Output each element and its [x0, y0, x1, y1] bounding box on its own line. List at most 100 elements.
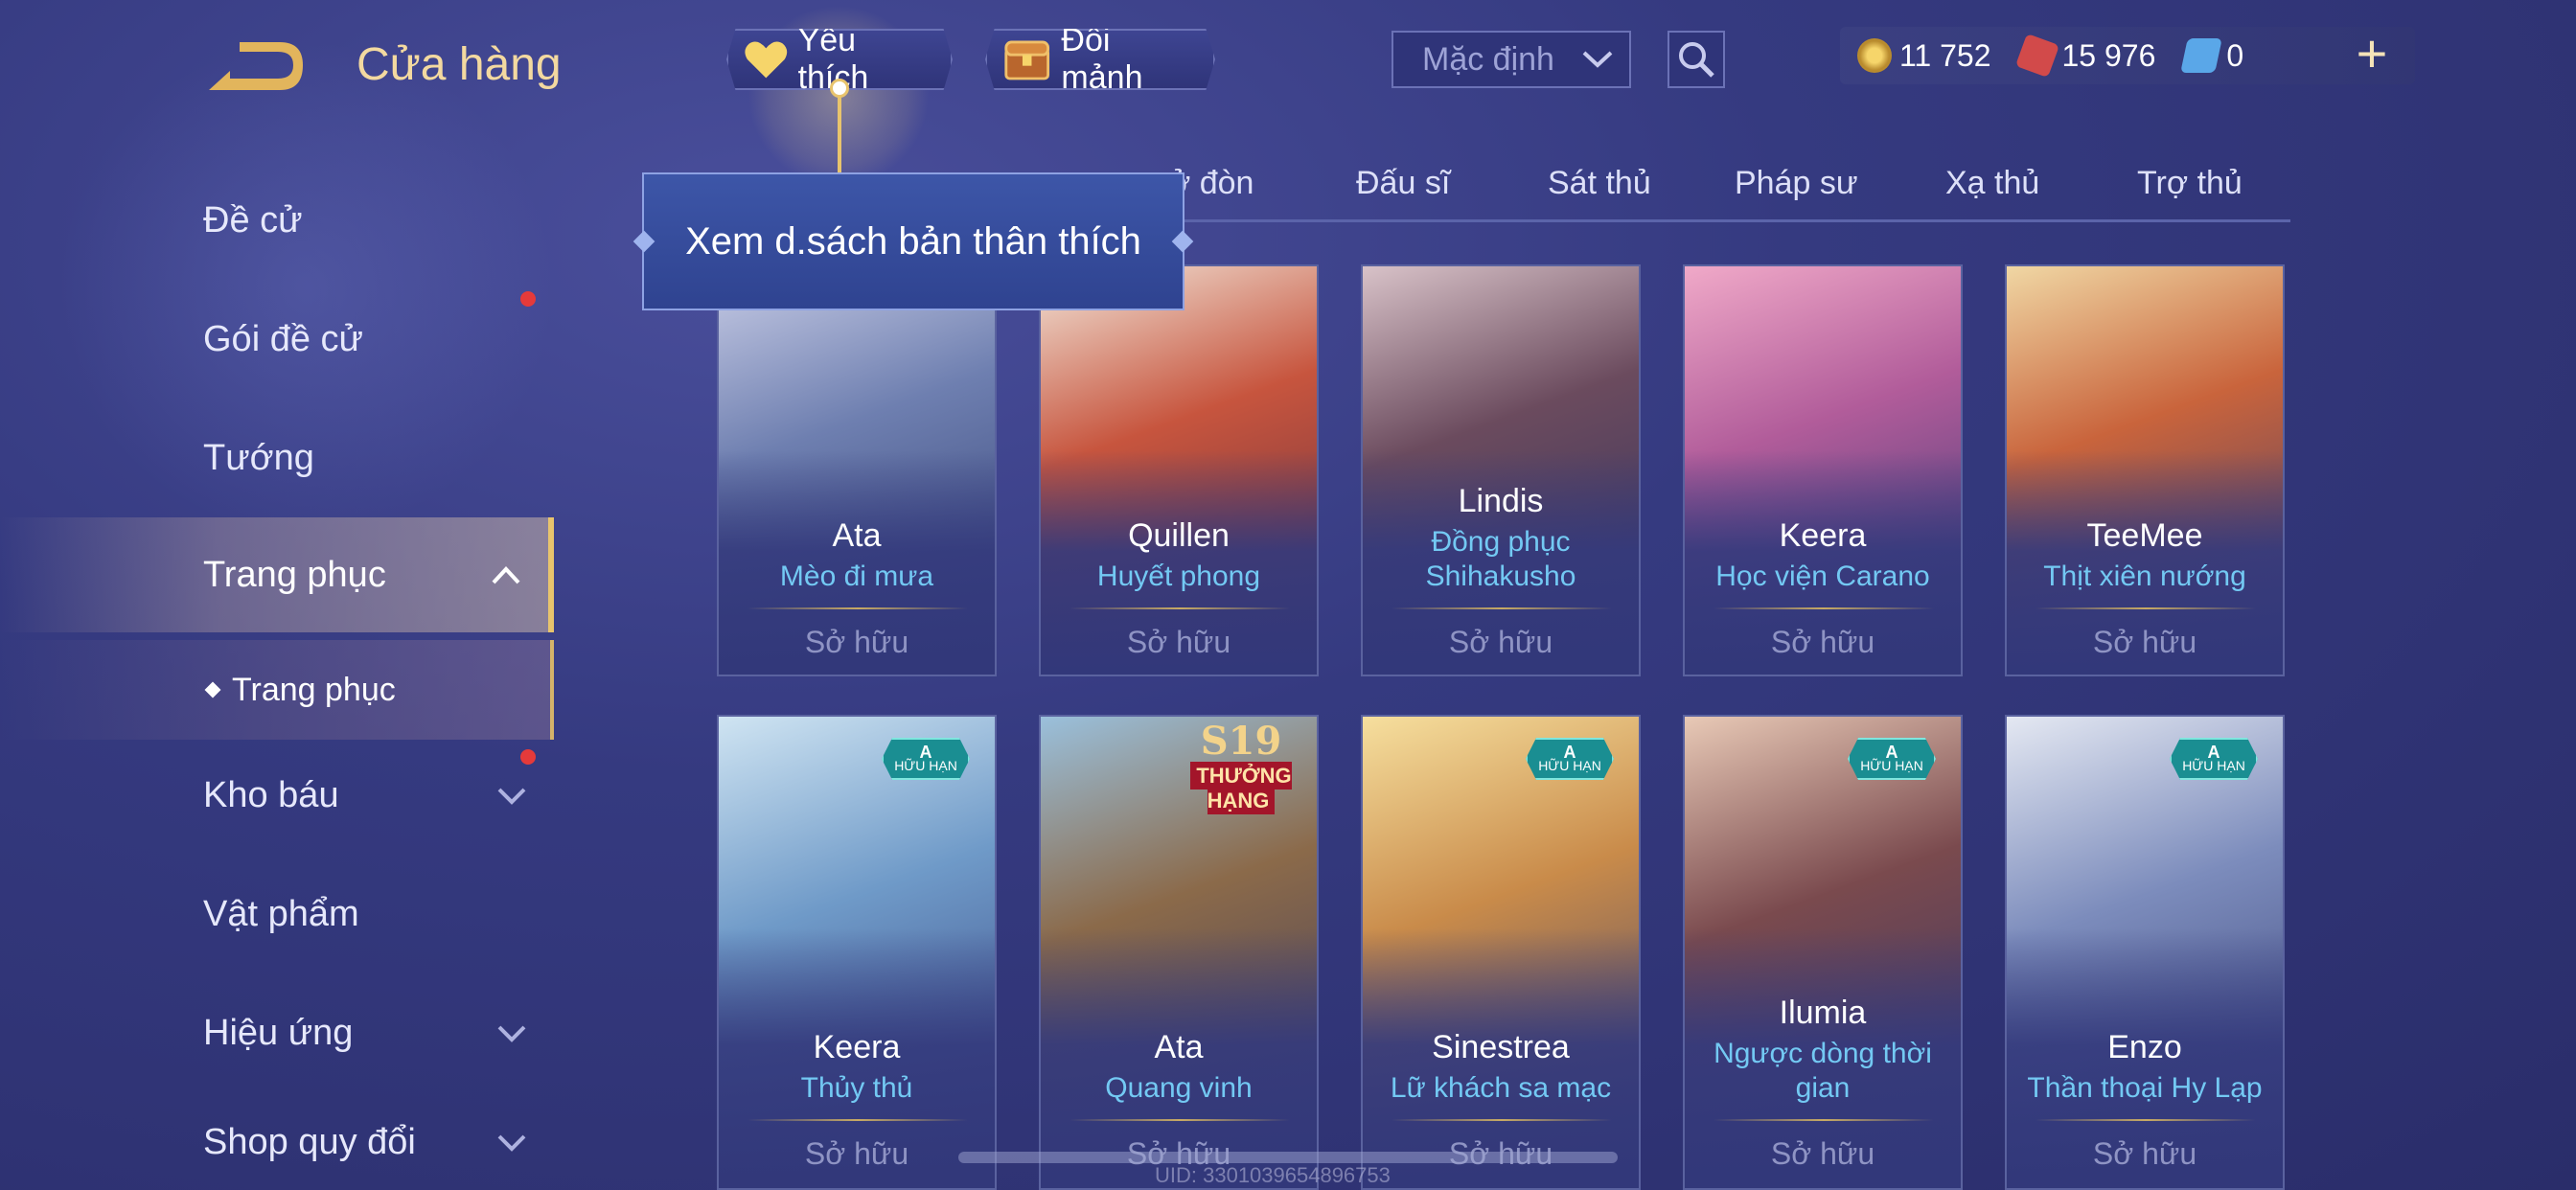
tooltip-diamond-right: [1171, 230, 1194, 253]
shards-label: Đổi mảnh: [1061, 22, 1143, 96]
hero-name: Ata: [1154, 1029, 1204, 1065]
skin-card[interactable]: TeeMee Thịt xiên nướng Sở hữu: [2005, 264, 2285, 676]
add-currency-button[interactable]: +: [2348, 25, 2396, 82]
limited-badge: A HỮU HẠN: [2170, 738, 2258, 780]
owned-status: Sở hữu: [804, 1136, 909, 1171]
sidebar-item-label: Gói đề cử: [203, 318, 363, 359]
sidebar-item-skins[interactable]: Trang phục: [0, 517, 554, 632]
back-button[interactable]: [201, 36, 307, 96]
gold-coin-icon: [1857, 38, 1892, 73]
tooltip-pointer-dot: [830, 79, 849, 98]
skin-card[interactable]: Lindis Đồng phục Shihakusho Sở hữu: [1361, 264, 1641, 676]
token-amount: 0: [2226, 37, 2244, 73]
owned-status: Sở hữu: [2092, 1136, 2197, 1171]
skin-card[interactable]: AHỮU HẠN Sinestrea Lữ khách sa mạc Sở hữ…: [1361, 715, 1641, 1190]
season-rank-badge: S19 THƯỞNG HẠNG: [1169, 719, 1313, 814]
treasure-chest-icon: [1004, 40, 1050, 80]
season-label: S19: [1200, 719, 1282, 764]
skin-name: Học viện Carano: [1715, 561, 1930, 592]
bullet-diamond-icon: [204, 681, 221, 698]
tab-fighter[interactable]: Đấu sĩ: [1356, 165, 1450, 202]
card-divider: [1070, 1119, 1290, 1121]
sidebar-item-treasure[interactable]: Kho báu: [0, 738, 554, 853]
skin-name: Đồng phục Shihakusho: [1425, 526, 1576, 592]
sidebar-item-label: Trang phục: [203, 554, 386, 595]
chevron-up-icon: [492, 566, 520, 584]
tab-assassin[interactable]: Sát thủ: [1548, 165, 1651, 202]
chevron-down-icon: [1582, 51, 1613, 68]
sidebar-item-exchange-shop[interactable]: Shop quy đổi: [0, 1094, 554, 1190]
limited-badge: A HỮU HẠN: [1848, 738, 1936, 780]
skin-card[interactable]: A HỮU HẠN Keera Thủy thủ Sở hữu: [717, 715, 997, 1190]
owned-status: Sở hữu: [1770, 625, 1875, 659]
sidebar-subitem-skins[interactable]: Trang phục: [0, 640, 554, 740]
sort-dropdown[interactable]: Mặc định: [1392, 31, 1631, 88]
card-divider: [748, 1119, 968, 1121]
skin-card[interactable]: Keera Học viện Carano Sở hữu: [1683, 264, 1963, 676]
sidebar-item-label: Đề cử: [203, 199, 303, 240]
card-divider: [1714, 1119, 1934, 1121]
sidebar-item-label: Kho báu: [203, 774, 339, 815]
voucher-amount: 15 976: [2061, 37, 2156, 73]
skin-card[interactable]: Ata Mèo đi mưa Sở hữu: [717, 264, 997, 676]
skin-card[interactable]: A HỮU HẠN Ilumia Ngược dòng thời gian Sở …: [1683, 715, 1963, 1190]
sidebar-item-items[interactable]: Vật phẩm: [0, 857, 554, 972]
tab-support[interactable]: Trợ thủ: [2137, 165, 2242, 202]
hero-name: Sinestrea: [1432, 1029, 1570, 1065]
card-divider: [1392, 607, 1612, 609]
card-divider: [1714, 607, 1934, 609]
hero-name: Lindis: [1458, 483, 1544, 519]
search-icon: [1679, 42, 1714, 78]
blue-token-icon: [2180, 38, 2223, 73]
card-divider: [2036, 1119, 2256, 1121]
skin-name: Lữ khách sa mạc: [1390, 1072, 1612, 1104]
red-voucher-icon: [2014, 33, 2059, 79]
owned-status: Sở hữu: [1448, 625, 1553, 659]
skin-name: Thần thoại Hy Lạp: [2027, 1072, 2263, 1104]
tooltip-diamond-left: [632, 230, 656, 253]
owned-status: Sở hữu: [804, 625, 909, 659]
limited-badge: A HỮU HẠN: [1526, 738, 1614, 780]
skin-card[interactable]: A HỮU HẠN Enzo Thần thoại Hy Lạp Sở hữu: [2005, 715, 2285, 1190]
user-id: UID: 3301039654896753: [1155, 1163, 1391, 1187]
tooltip-text: Xem d.sách bản thân thích: [685, 219, 1141, 263]
skin-name: Huyết phong: [1096, 561, 1261, 592]
skin-card[interactable]: S19 THƯỞNG HẠNG Ata Quang vinh Sở hữu: [1039, 715, 1319, 1190]
skin-name: Quang vinh: [1105, 1072, 1253, 1104]
hero-name: Keera: [813, 1029, 901, 1065]
chevron-down-icon: [497, 1134, 526, 1152]
sidebar-item-label: Hiệu ứng: [203, 1012, 354, 1053]
sidebar-item-bundles[interactable]: Gói đề cử: [0, 282, 554, 397]
hero-name: Ata: [832, 517, 882, 554]
owned-status: Sở hữu: [2092, 625, 2197, 659]
shards-exchange-button[interactable]: Đổi mảnh: [985, 29, 1215, 90]
sidebar-item-recommended[interactable]: Đề cử: [0, 163, 554, 278]
hero-name: Ilumia: [1779, 995, 1867, 1031]
limited-badge: A HỮU HẠN: [882, 738, 970, 780]
sidebar-item-heroes[interactable]: Tướng: [0, 400, 554, 515]
hero-name: Quillen: [1128, 517, 1230, 554]
search-button[interactable]: [1668, 31, 1725, 88]
hero-name: TeeMee: [2086, 517, 2203, 554]
tab-marksman[interactable]: Xạ thủ: [1945, 165, 2039, 202]
sidebar-item-effects[interactable]: Hiệu ứng: [0, 975, 554, 1090]
gold-amount: 11 752: [1899, 37, 1991, 73]
home-indicator[interactable]: [958, 1152, 1618, 1163]
sidebar-item-label: Shop quy đổi: [203, 1121, 416, 1162]
hero-name: Keera: [1779, 517, 1867, 554]
gold-currency: 11 752: [1857, 38, 1991, 74]
currency-bar: 11 752 15 976 0: [1840, 27, 2415, 84]
token-currency: 0: [2180, 37, 2244, 74]
favorite-label: Yêu thích: [797, 22, 869, 96]
hero-name: Enzo: [2107, 1029, 2182, 1065]
sidebar-subitem-label: Trang phục: [232, 671, 396, 708]
page-title: Cửa hàng: [356, 39, 562, 90]
rank-reward-label: THƯỞNG HẠNG: [1190, 762, 1292, 814]
card-divider: [1392, 1119, 1612, 1121]
sort-value: Mặc định: [1422, 40, 1554, 78]
skin-card[interactable]: Quillen Huyết phong Sở hữu: [1039, 264, 1319, 676]
tab-mage[interactable]: Pháp sư: [1735, 165, 1858, 202]
skin-name: Ngược dòng thời gian: [1714, 1038, 1932, 1104]
heart-icon: [745, 41, 788, 79]
back-arrow-icon: [209, 42, 303, 90]
